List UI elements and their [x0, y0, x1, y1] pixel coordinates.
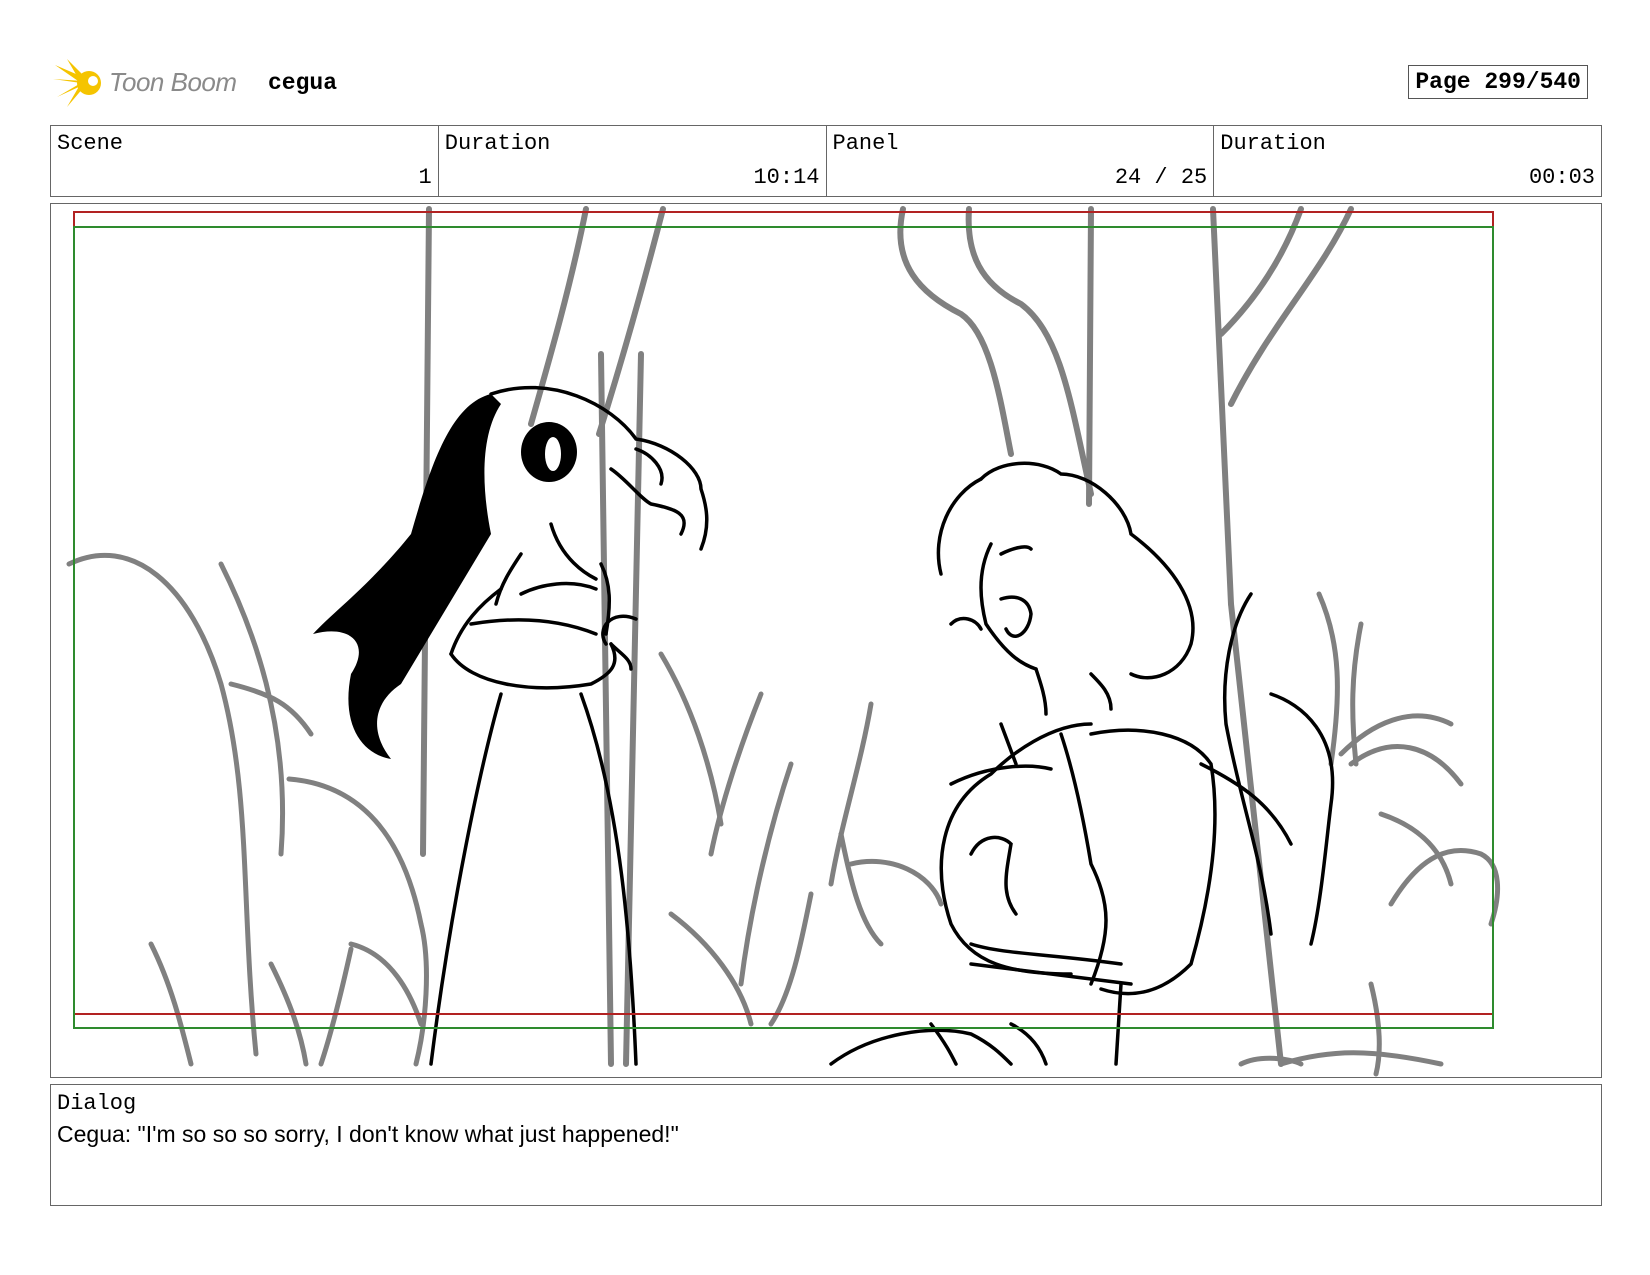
storyboard-sketch [66, 206, 1501, 1077]
panel-duration-label: Duration [1220, 131, 1326, 156]
panel-value: 24 / 25 [1114, 165, 1208, 190]
action-safe-frame [73, 226, 1494, 1029]
panel-image [50, 203, 1602, 1078]
scene-info-row: Scene 1 Duration 10:14 Panel 24 / 25 Dur… [50, 125, 1602, 197]
scene-label: Scene [57, 131, 124, 156]
logo-text: Toon Boom [109, 67, 237, 97]
panel-cell: Panel 24 / 25 [827, 126, 1215, 196]
dialog-label: Dialog [57, 1091, 137, 1116]
character-hair [313, 394, 501, 759]
scene-duration-label: Duration [444, 131, 551, 156]
dialog-text: Cegua: "I'm so so so sorry, I don't know… [57, 1121, 679, 1147]
page-indicator: Page 299/540 [1408, 65, 1588, 99]
scene-duration-cell: Duration 10:14 [439, 126, 827, 196]
dialog-box: Dialog Cegua: "I'm so so so sorry, I don… [50, 1084, 1602, 1206]
scene-cell: Scene 1 [51, 126, 439, 196]
starburst-icon [53, 59, 101, 107]
title-safe-frame [73, 211, 1494, 1015]
panel-duration-cell: Duration 00:03 [1214, 126, 1601, 196]
project-title: cegua [268, 70, 338, 96]
panel-label: Panel [832, 131, 899, 156]
scene-duration-value: 10:14 [753, 165, 820, 190]
storyboard-header: Toon Boom cegua Page 299/540 [53, 55, 1603, 115]
panel-duration-value: 00:03 [1528, 165, 1595, 190]
toon-boom-logo: Toon Boom [53, 55, 253, 115]
scene-value: 1 [418, 165, 432, 190]
